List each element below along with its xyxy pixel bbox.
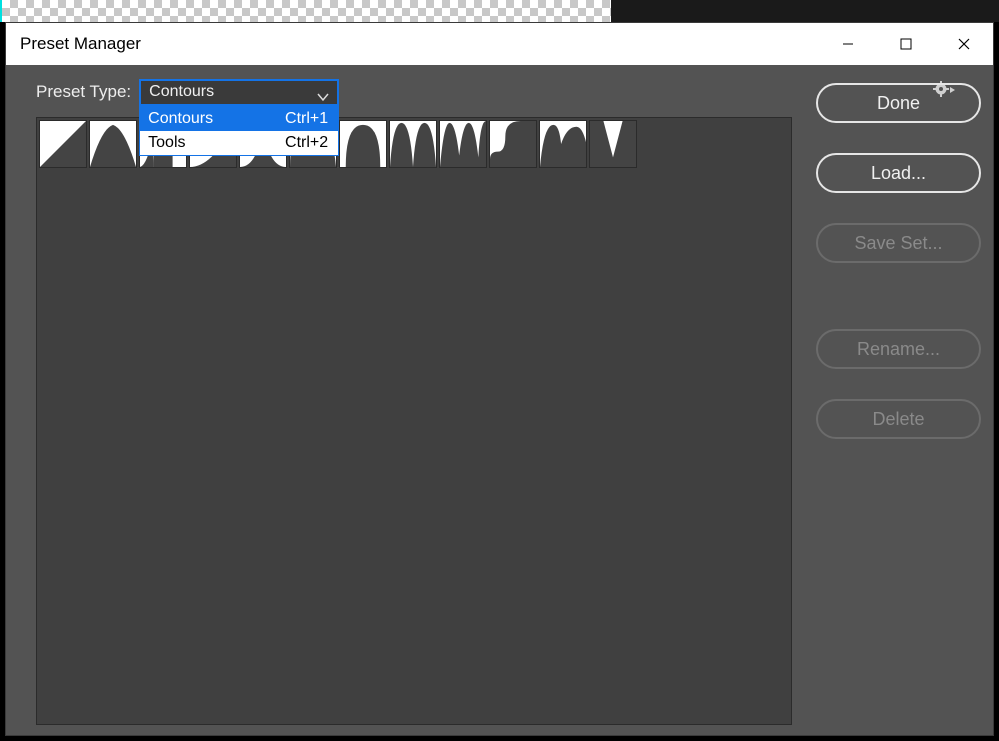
done-button-label: Done <box>877 93 920 114</box>
chevron-down-icon <box>317 89 329 107</box>
rename-button-label: Rename... <box>857 339 940 360</box>
contour-thumb-rolling[interactable] <box>439 120 487 168</box>
contour-thumb-ring[interactable] <box>339 120 387 168</box>
contour-thumb-linear[interactable] <box>39 120 87 168</box>
side-button-column: Done Load... Save Set... Rename... Delet… <box>816 83 981 439</box>
titlebar: Preset Manager <box>6 23 993 65</box>
rename-button[interactable]: Rename... <box>816 329 981 369</box>
save-set-button-label: Save Set... <box>854 233 942 254</box>
dropdown-option-contours[interactable]: Contours Ctrl+1 <box>140 107 338 131</box>
preset-type-label: Preset Type: <box>36 82 131 102</box>
minimize-button[interactable] <box>819 23 877 65</box>
preset-type-row: Preset Type: Contours Contours Ctrl+1 To… <box>36 77 763 107</box>
contour-thumb-valley[interactable] <box>589 120 637 168</box>
preset-type-selected-value: Contours <box>149 83 214 101</box>
done-button[interactable]: Done <box>816 83 981 123</box>
dropdown-option-shortcut: Ctrl+1 <box>285 110 328 128</box>
contour-thumb-rounded-steps[interactable] <box>489 120 537 168</box>
delete-button-label: Delete <box>872 409 924 430</box>
contour-thumb-ring-double[interactable] <box>389 120 437 168</box>
preset-type-select-wrap: Contours Contours Ctrl+1 Tools Ctrl+2 <box>139 79 339 106</box>
window-title: Preset Manager <box>20 34 141 54</box>
preset-type-select[interactable]: Contours <box>139 79 339 106</box>
canvas-checker-bg <box>0 0 611 22</box>
dialog-body: Preset Type: Contours Contours Ctrl+1 To… <box>6 65 993 735</box>
maximize-button[interactable] <box>877 23 935 65</box>
load-button[interactable]: Load... <box>816 153 981 193</box>
window-controls <box>819 23 993 65</box>
contour-thumb-cone[interactable] <box>89 120 137 168</box>
dropdown-option-label: Contours <box>148 110 213 128</box>
close-button[interactable] <box>935 23 993 65</box>
dropdown-option-tools[interactable]: Tools Ctrl+2 <box>140 131 338 155</box>
preset-grid[interactable] <box>36 117 792 725</box>
preset-type-dropdown: Contours Ctrl+1 Tools Ctrl+2 <box>139 106 339 156</box>
dropdown-option-label: Tools <box>148 134 185 152</box>
load-button-label: Load... <box>871 163 926 184</box>
app-dark-bg <box>611 0 999 22</box>
save-set-button[interactable]: Save Set... <box>816 223 981 263</box>
delete-button[interactable]: Delete <box>816 399 981 439</box>
contour-thumb-sawtooth[interactable] <box>539 120 587 168</box>
button-spacer <box>816 293 981 299</box>
dropdown-option-shortcut: Ctrl+2 <box>285 134 328 152</box>
preset-manager-window: Preset Manager Preset Type: Contours <box>5 22 994 736</box>
